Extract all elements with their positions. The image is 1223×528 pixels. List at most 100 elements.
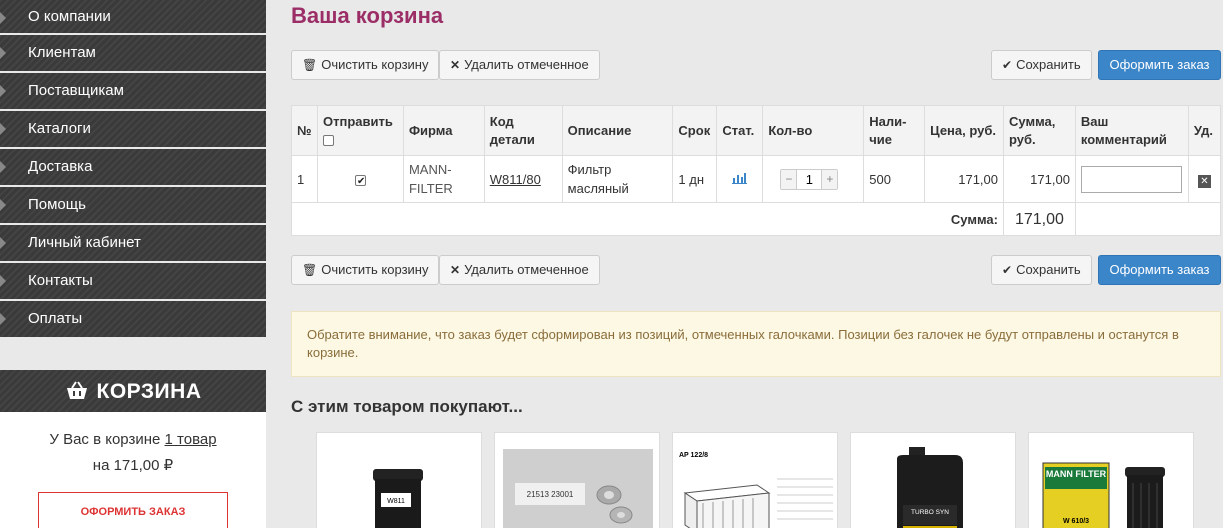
oil-filter-image: W811 xyxy=(373,469,423,528)
mini-cart-items-link[interactable]: 1 товар xyxy=(165,431,217,448)
svg-text:21513 23001: 21513 23001 xyxy=(527,490,574,499)
mini-cart-total: на 171,00 ₽ xyxy=(92,457,174,474)
product-card[interactable]: TURBO SYN xyxy=(850,432,1016,528)
sidebar-item-label: О компании xyxy=(28,8,111,25)
sidebar-item-label: Клиентам xyxy=(28,44,96,61)
sidebar-item-label: Оплаты xyxy=(28,310,83,327)
qty-increment-button[interactable]: + xyxy=(822,169,838,189)
table-row: 1 MANN-FILTER W811/80 Фильтрмасляный 1 д… xyxy=(291,155,1222,203)
svg-text:AP 122/8: AP 122/8 xyxy=(679,452,708,459)
clear-cart-button[interactable]: 🗑 Очистить корзину xyxy=(291,50,440,80)
mini-cart-text: У Вас в корзине xyxy=(49,431,165,448)
row-term: 1 дн xyxy=(672,155,718,203)
product-card[interactable]: 21513 23001 xyxy=(494,432,660,528)
row-code-cell: W811/80 xyxy=(483,155,563,203)
sidebar-item-label: Помощь xyxy=(28,196,86,213)
col-price: Цена, руб. xyxy=(924,105,1004,156)
trash-icon: 🗑 xyxy=(302,263,318,277)
total-value: 171,00 xyxy=(1003,202,1076,236)
delete-selected-button[interactable]: ✕ Удалить отмеченное xyxy=(439,50,600,80)
sidebar-item-suppliers[interactable]: Поставщикам xyxy=(0,73,266,109)
row-qty-cell: − + xyxy=(762,155,865,203)
col-send: Отправить xyxy=(316,105,404,156)
row-firm: MANN- FILTER xyxy=(402,155,485,203)
col-avail: Нали-чие xyxy=(863,105,926,156)
qty-decrement-button[interactable]: − xyxy=(781,169,797,189)
sidebar-item-clients[interactable]: Клиентам xyxy=(0,35,266,71)
svg-text:W 610/3: W 610/3 xyxy=(1063,518,1089,525)
sidebar-item-label: Личный кабинет xyxy=(28,234,141,251)
place-order-button[interactable]: Оформить заказ xyxy=(1098,50,1221,80)
product-card[interactable]: AP 122/8 xyxy=(672,432,838,528)
row-stat-cell xyxy=(716,155,764,203)
col-qty: Кол-во xyxy=(762,105,865,156)
col-firm: Фирма xyxy=(402,105,485,156)
mini-cart-order-button[interactable]: ОФОРМИТЬ ЗАКАЗ xyxy=(38,492,228,528)
mini-cart-header: КОРЗИНА xyxy=(0,370,266,412)
save-button-bottom[interactable]: ✔ Сохранить xyxy=(991,255,1092,285)
table-header-row: № Отправить Фирма Код детали Описание Сро… xyxy=(291,105,1222,156)
stats-chart-icon[interactable] xyxy=(732,172,748,184)
gasket-pack-image: 21513 23001 xyxy=(503,449,653,528)
clear-cart-button-bottom[interactable]: 🗑 Очистить корзину xyxy=(291,255,440,285)
row-num: 1 xyxy=(291,155,318,203)
product-card[interactable]: MANN FILTER W 610/3 xyxy=(1028,432,1194,528)
cart-main: Ваша корзина 🗑 Очистить корзину ✕ Удалить … xyxy=(291,0,1222,528)
sidebar-item-label: Доставка xyxy=(28,158,93,175)
sidebar-item-label: Каталоги xyxy=(28,120,91,137)
cart-table: № Отправить Фирма Код детали Описание Сро… xyxy=(291,105,1222,236)
col-desc: Описание xyxy=(561,105,674,156)
total-row: Сумма: 171,00 xyxy=(291,202,1222,236)
col-stat: Стат. xyxy=(716,105,764,156)
product-card[interactable]: W811 xyxy=(316,432,482,528)
sidebar-item-account[interactable]: Личный кабинет xyxy=(0,225,266,261)
row-desc: Фильтр масляный xyxy=(561,155,674,203)
col-code: Код детали xyxy=(483,105,563,156)
sidebar-item-catalogs[interactable]: Каталоги xyxy=(0,111,266,147)
sidebar-item-delivery[interactable]: Доставка xyxy=(0,149,266,185)
qty-input[interactable] xyxy=(796,169,823,189)
sidebar-nav: О компании Клиентам Поставщикам Каталоги… xyxy=(0,0,266,339)
order-notice: Обратите внимание, что заказ будет сформ… xyxy=(291,311,1221,377)
save-button[interactable]: ✔ Сохранить xyxy=(991,50,1092,80)
col-delete: Уд. xyxy=(1187,105,1222,156)
close-icon: ✕ xyxy=(450,263,461,277)
place-order-button-bottom[interactable]: Оформить заказ xyxy=(1098,255,1221,285)
check-icon: ✔ xyxy=(1002,263,1013,277)
svg-text:W811: W811 xyxy=(387,498,405,505)
row-send-checkbox[interactable] xyxy=(354,172,366,191)
sidebar-item-payments[interactable]: Оплаты xyxy=(0,301,266,337)
air-filter-image: AP 122/8 xyxy=(679,452,833,528)
part-code-link[interactable]: W811/80 xyxy=(490,172,541,187)
cart-toolbar-bottom: 🗑 Очистить корзину ✕ Удалить отмеченное ✔ С… xyxy=(291,255,1221,285)
check-icon: ✔ xyxy=(1002,58,1013,72)
sidebar-item-about[interactable]: О компании xyxy=(0,0,266,33)
trash-icon: 🗑 xyxy=(302,58,318,72)
delete-row-icon[interactable]: ✕ xyxy=(1197,174,1211,188)
total-label: Сумма: xyxy=(291,202,1004,236)
select-all-checkbox[interactable] xyxy=(322,134,334,146)
sidebar-item-help[interactable]: Помощь xyxy=(0,187,266,223)
svg-text:TURBO SYN: TURBO SYN xyxy=(911,509,949,516)
sidebar-item-label: Контакты xyxy=(28,272,93,289)
comment-input[interactable] xyxy=(1081,165,1183,193)
quantity-stepper: − + xyxy=(780,168,839,190)
mann-filter-box-image: MANN FILTER W 610/3 xyxy=(1042,462,1165,528)
row-avail: 500 xyxy=(863,155,926,203)
mini-cart-body: У Вас в корзине 1 товар на 171,00 ₽ ОФОР… xyxy=(0,412,266,528)
mini-cart-title: КОРЗИНА xyxy=(96,380,202,403)
col-term: Срок xyxy=(672,105,718,156)
basket-icon xyxy=(66,381,87,399)
row-comment-cell xyxy=(1074,155,1189,203)
related-title: С этим товаром покупают... xyxy=(291,397,523,416)
col-num: № xyxy=(291,105,318,156)
delete-selected-button-bottom[interactable]: ✕ Удалить отмеченное xyxy=(439,255,600,285)
close-icon: ✕ xyxy=(450,58,461,72)
related-products: W811 21513 23001 AP 122/8 TURBO SYN MANN… xyxy=(316,432,1196,528)
motor-oil-can-image: TURBO SYN xyxy=(897,447,963,528)
col-sum: Сумма, руб. xyxy=(1003,105,1076,156)
page-title: Ваша корзина xyxy=(291,3,444,28)
row-delete-cell: ✕ xyxy=(1187,155,1222,203)
sidebar-item-contacts[interactable]: Контакты xyxy=(0,263,266,299)
row-price: 171,00 xyxy=(924,155,1004,203)
